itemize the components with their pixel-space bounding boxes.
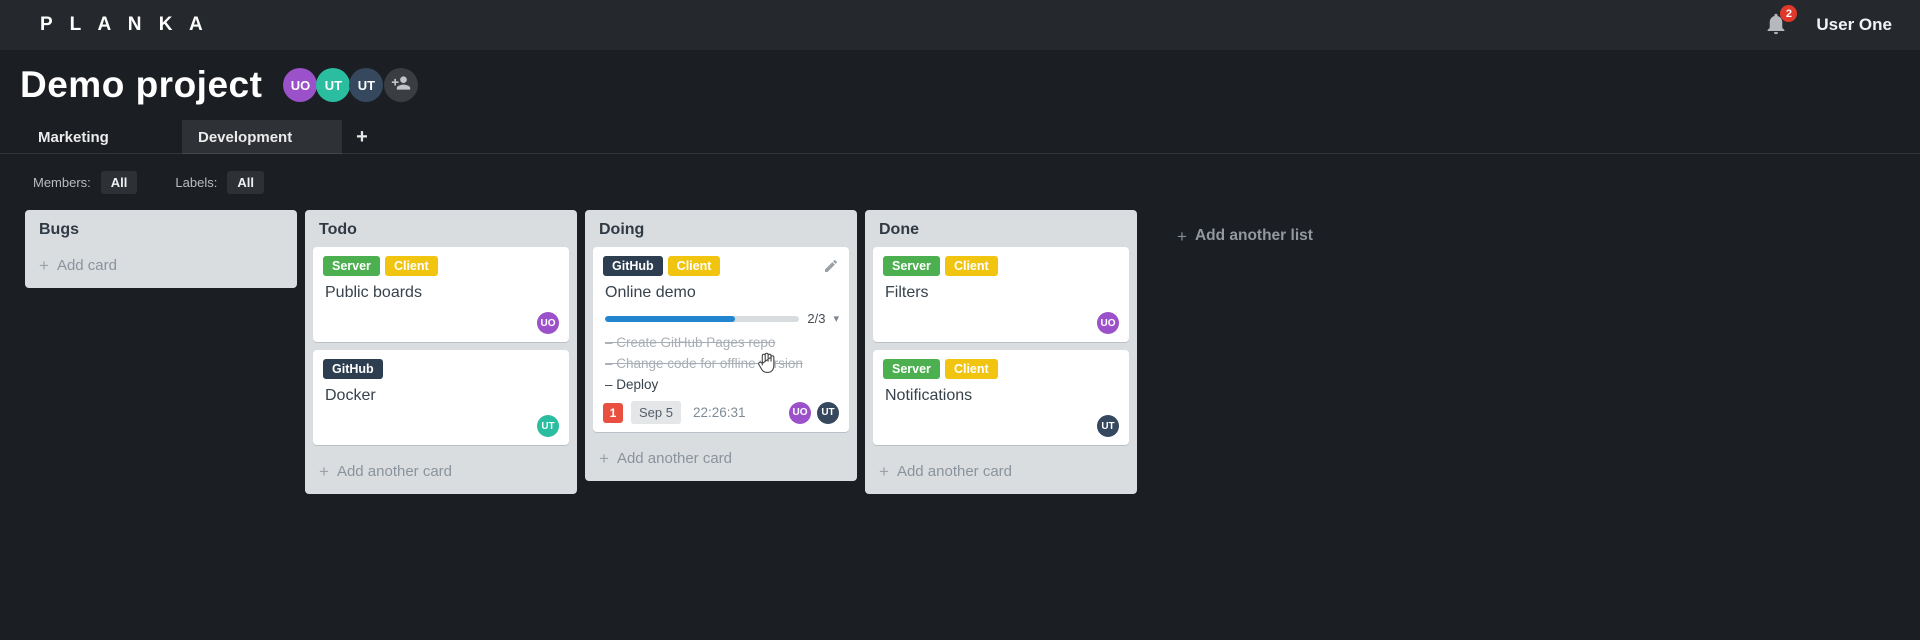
members-filter-value[interactable]: All: [100, 171, 138, 194]
avatar[interactable]: UO: [789, 401, 811, 424]
project-members: UO UT UT: [283, 68, 384, 102]
tab-marketing[interactable]: Marketing: [22, 120, 182, 154]
list-title[interactable]: Done: [865, 210, 1137, 247]
tab-development[interactable]: Development: [182, 120, 342, 154]
add-card-button[interactable]: + Add another card: [305, 453, 577, 494]
card-label-row: Server Client: [323, 255, 559, 277]
members-filter-label: Members:: [33, 175, 91, 190]
plus-icon: +: [319, 462, 329, 481]
card-label[interactable]: Client: [944, 358, 998, 380]
add-card-button[interactable]: + Add another card: [585, 440, 857, 481]
plus-icon: +: [599, 449, 609, 468]
notification-count-badge: 2: [1780, 5, 1798, 22]
card-title: Notifications: [885, 387, 973, 404]
avatar[interactable]: UT: [1097, 415, 1119, 437]
avatar[interactable]: UT: [349, 68, 384, 102]
project-header: Demo project UO UT UT: [20, 64, 1920, 106]
task-item[interactable]: – Deploy: [605, 374, 839, 395]
card-container: Server Client Filters UO Server Client Notific…: [865, 247, 1137, 445]
add-card-label: Add another card: [616, 450, 733, 467]
list-title[interactable]: Todo: [305, 210, 577, 247]
card-label[interactable]: GitHub: [603, 255, 663, 277]
card-label[interactable]: Server: [883, 255, 940, 277]
card[interactable]: Server Client Filters UO: [873, 247, 1129, 342]
card-title: Filters: [885, 284, 929, 301]
person-plus-icon: [391, 73, 411, 98]
card-label-row: GitHub: [323, 358, 559, 380]
add-member-button[interactable]: [384, 68, 419, 102]
progress-bar: [605, 315, 800, 322]
labels-filter-label: Labels:: [175, 175, 218, 190]
project-title[interactable]: Demo project: [20, 64, 262, 106]
due-date-badge[interactable]: Sep 5: [631, 401, 681, 424]
task-item[interactable]: – Create GitHub Pages repo: [605, 332, 839, 353]
card-bottom-row: UT: [883, 415, 1119, 437]
card-title: Docker: [325, 387, 376, 404]
card[interactable]: Server Client Notifications UT: [873, 350, 1129, 445]
list-title[interactable]: Bugs: [25, 210, 297, 247]
card[interactable]: GitHub Client Online demo 2/3 ▾ – Create GitH…: [593, 247, 849, 432]
bell-icon: [1764, 13, 1788, 40]
add-card-label: Add another card: [896, 463, 1013, 480]
board-list: Done Server Client Filters UO Server Client Not…: [865, 210, 1137, 494]
card-label[interactable]: Client: [384, 255, 438, 277]
add-card-button[interactable]: + Add card: [25, 247, 297, 288]
avatar[interactable]: UT: [316, 68, 351, 102]
card-label[interactable]: Client: [667, 255, 721, 277]
board-list: Todo Server Client Public boards UO GitHub Doc…: [305, 210, 577, 494]
add-card-button[interactable]: + Add another card: [865, 453, 1137, 494]
user-menu[interactable]: User One: [1816, 15, 1892, 35]
avatar[interactable]: UO: [1097, 312, 1119, 334]
top-bar: P L A N K A 2 User One: [0, 0, 1920, 50]
card-container: Server Client Public boards UO GitHub Docker U…: [305, 247, 577, 445]
add-card-label: Add card: [56, 257, 117, 274]
avatar[interactable]: UO: [537, 312, 559, 334]
plus-icon: +: [1177, 226, 1187, 246]
card-label-row: Server Client: [883, 255, 1119, 277]
plus-icon: +: [879, 462, 889, 481]
card-label-row: GitHub Client: [603, 255, 839, 277]
task-progress: 2/3 ▾: [605, 311, 839, 326]
list-title[interactable]: Doing: [585, 210, 857, 247]
card-bottom-row: UT: [323, 415, 559, 437]
pencil-icon: [825, 259, 838, 272]
card-label[interactable]: Client: [944, 255, 998, 277]
timer[interactable]: 22:26:31: [693, 405, 746, 420]
task-list: – Create GitHub Pages repo – Change code …: [605, 332, 839, 395]
card-bottom-row: UO: [323, 312, 559, 334]
add-card-label: Add another card: [336, 463, 453, 480]
board-list: Doing GitHub Client Online demo 2/3 ▾ – Create…: [585, 210, 857, 481]
task-item[interactable]: – Change code for offline version: [605, 353, 839, 374]
card-label[interactable]: Server: [883, 358, 940, 380]
add-list-button[interactable]: + Add another list: [1167, 221, 1323, 251]
card[interactable]: GitHub Docker UT: [313, 350, 569, 445]
board-list: Bugs + Add card: [25, 210, 297, 288]
card-label-row: Server Client: [883, 358, 1119, 380]
progress-fill: [605, 315, 735, 322]
card[interactable]: Server Client Public boards UO: [313, 247, 569, 342]
progress-count: 2/3: [807, 311, 826, 326]
avatar[interactable]: UT: [817, 401, 839, 424]
plus-icon: +: [39, 256, 49, 275]
avatar[interactable]: UT: [537, 415, 559, 437]
card-notification-badge: 1: [603, 402, 623, 423]
card-title: Public boards: [325, 284, 422, 301]
add-list-label: Add another list: [1194, 227, 1313, 244]
card-label[interactable]: Server: [323, 255, 380, 277]
add-board-button[interactable]: +: [342, 120, 382, 154]
planka-logo: P L A N K A: [40, 14, 209, 35]
card-bottom-row: UO: [883, 312, 1119, 334]
avatar[interactable]: UO: [283, 68, 318, 102]
board: Bugs + Add card Todo Server Client Public boar…: [25, 210, 1920, 494]
notifications-button[interactable]: 2: [1764, 5, 1798, 40]
card-bottom-row: 1 Sep 5 22:26:31 UO UT: [603, 401, 839, 424]
filter-bar: Members: All Labels: All: [33, 171, 1920, 194]
labels-filter-value[interactable]: All: [227, 171, 264, 194]
card-label[interactable]: GitHub: [323, 358, 383, 380]
chevron-down-icon[interactable]: ▾: [833, 312, 839, 325]
card-container: GitHub Client Online demo 2/3 ▾ – Create GitH…: [585, 247, 857, 432]
edit-card-button[interactable]: [823, 258, 839, 274]
board-tabs: Marketing Development +: [0, 120, 1920, 154]
card-title: Online demo: [605, 284, 696, 301]
